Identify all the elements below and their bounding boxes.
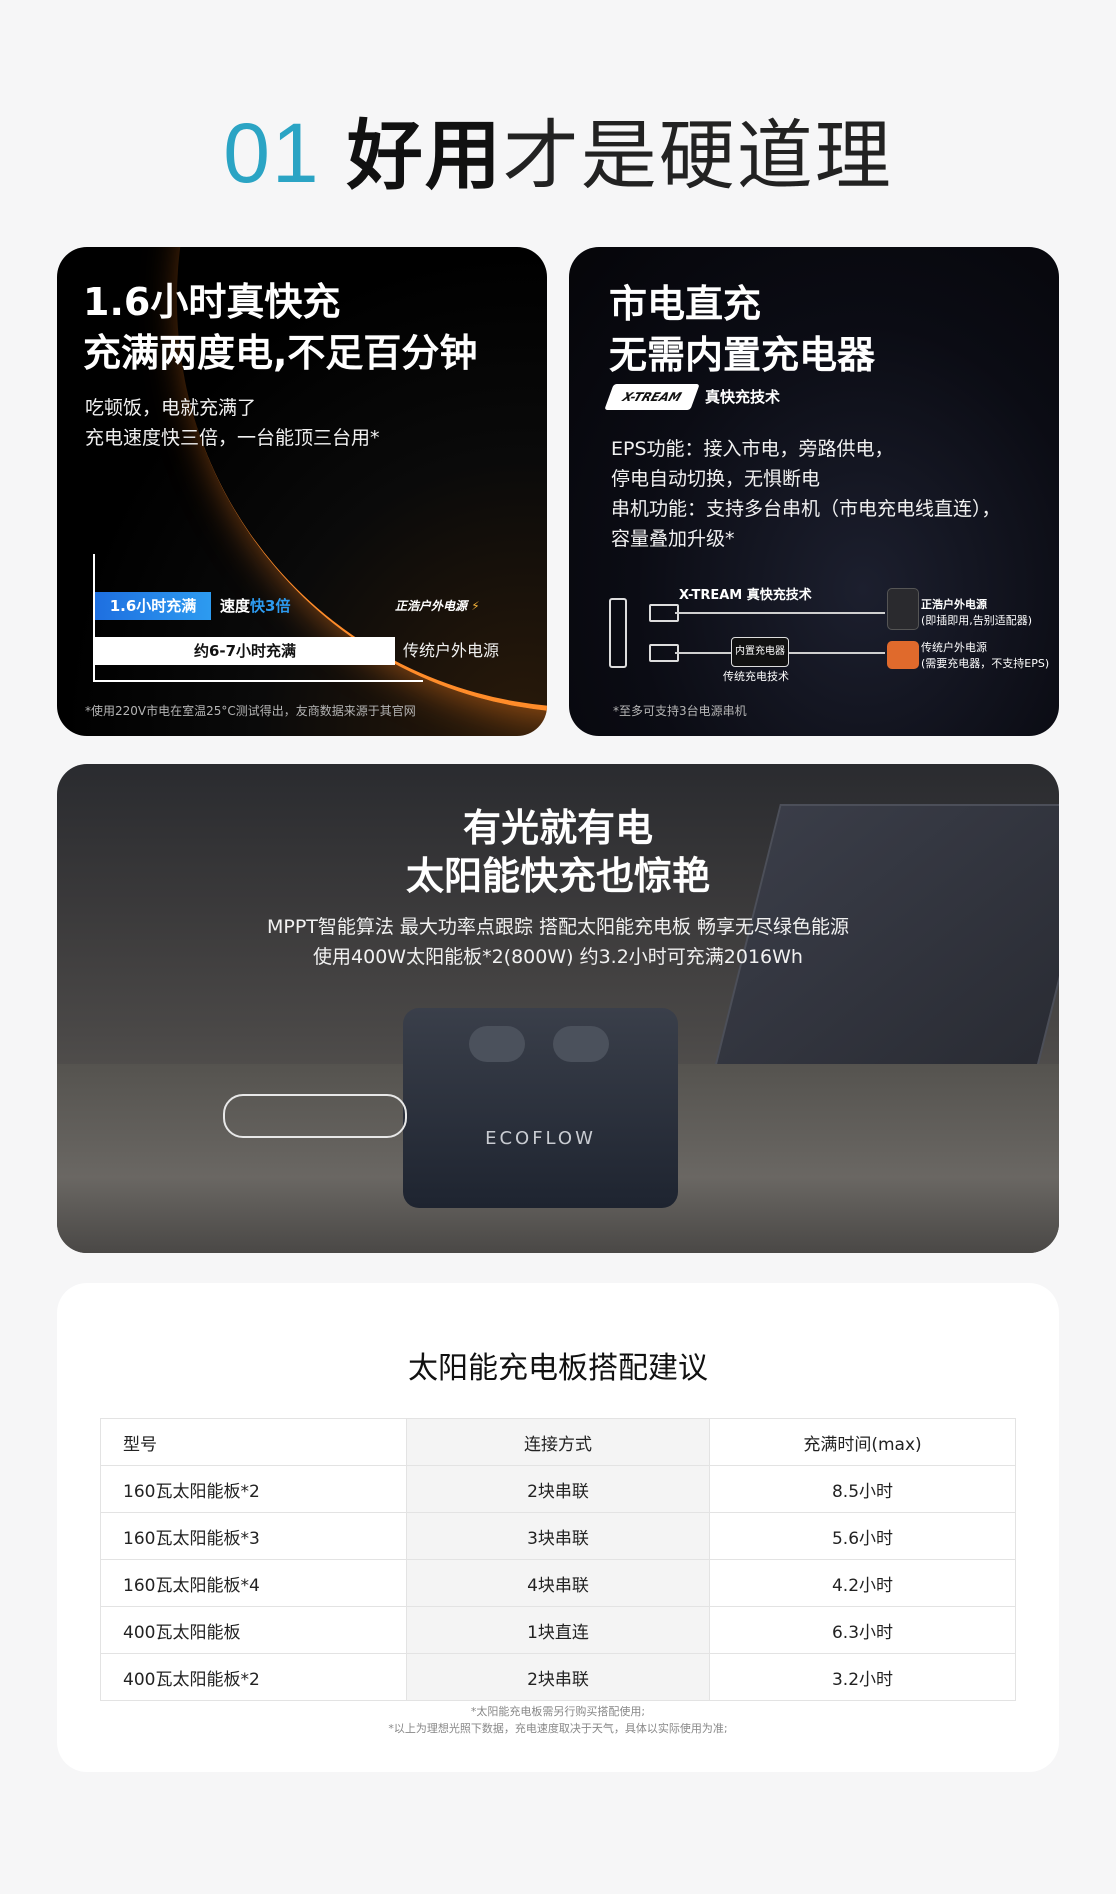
cable-top xyxy=(675,612,885,614)
header-charge-time: 充满时间(max) xyxy=(709,1418,1016,1466)
card2-body-line4: 容量叠加升级* xyxy=(611,528,735,550)
cell-charge-time: 8.5小时 xyxy=(709,1465,1016,1513)
cell-charge-time: 5.6小时 xyxy=(709,1512,1016,1560)
table-notes: *太阳能充电板需另行购买搭配使用; *以上为理想光照下数据，充电速度取决于天气，… xyxy=(57,1703,1059,1737)
solar-charge-card: ECOFLOW 有光就有电 太阳能快充也惊艳 MPPT智能算法 最大功率点跟踪 … xyxy=(57,764,1059,1253)
chart-x-axis xyxy=(93,680,423,682)
table-row: 160瓦太阳能板*3 3块串联 5.6小时 xyxy=(100,1512,1016,1560)
ecoflow-brand-label: 正浩户外电源 ⚡ xyxy=(395,594,480,618)
cell-connection: 1块直连 xyxy=(406,1606,710,1654)
right-bottom-sub: (需要充电器，不支持EPS) xyxy=(921,657,1050,670)
card2-title: 市电直充 无需内置充电器 xyxy=(609,279,875,381)
right-top-title: 正浩户外电源 xyxy=(921,598,987,611)
product-logo: ECOFLOW xyxy=(485,1128,596,1149)
card3-title-line1: 有光就有电 xyxy=(462,806,653,850)
card1-title-line1: 1.6小时真快充 xyxy=(83,280,341,324)
card1-sub-line1: 吃顿饭，电就充满了 xyxy=(85,397,257,419)
cell-connection: 2块串联 xyxy=(406,1465,710,1513)
card3-subtitle: MPPT智能算法 最大功率点跟踪 搭配太阳能充电板 畅享无尽绿色能源 使用400… xyxy=(57,912,1059,972)
cell-charge-time: 4.2小时 xyxy=(709,1559,1016,1607)
cell-charge-time: 6.3小时 xyxy=(709,1606,1016,1654)
card1-footnote: *使用220V市电在室温25°C测试得出，友商数据来源于其官网 xyxy=(85,704,416,718)
header-model: 型号 xyxy=(100,1418,407,1466)
cell-model: 400瓦太阳能板*2 xyxy=(100,1653,407,1701)
traditional-device-icon xyxy=(887,641,919,669)
vent-right xyxy=(553,1026,609,1062)
header-connection: 连接方式 xyxy=(406,1418,710,1466)
card3-sub-line1: MPPT智能算法 最大功率点跟踪 搭配太阳能充电板 畅享无尽绿色能源 xyxy=(266,916,850,938)
speed-label-text: 速度 xyxy=(220,597,251,615)
right-bottom-label: 传统户外电源 (需要充电器，不支持EPS) xyxy=(921,640,1049,672)
cell-connection: 2块串联 xyxy=(406,1653,710,1701)
card2-body: EPS功能：接入市电，旁路供电， 停电自动切换，无惧断电 串机功能：支持多台串机… xyxy=(611,434,1001,554)
right-top-label: 正浩户外电源 (即插即用,告别适配器) xyxy=(921,597,1032,629)
cable-decoration xyxy=(223,1094,407,1138)
wall-outlet-icon xyxy=(609,598,627,668)
table-row: 160瓦太阳能板*2 2块串联 8.5小时 xyxy=(100,1465,1016,1513)
table-row: 160瓦太阳能板*4 4块串联 4.2小时 xyxy=(100,1559,1016,1607)
card1-sub-line2: 充电速度快三倍，一台能顶三台用* xyxy=(85,427,380,449)
cell-connection: 3块串联 xyxy=(406,1512,710,1560)
cell-model: 400瓦太阳能板 xyxy=(100,1606,407,1654)
power-station-image: ECOFLOW xyxy=(403,1008,678,1208)
card1-subtitle: 吃顿饭，电就充满了 充电速度快三倍，一台能顶三台用* xyxy=(85,393,380,453)
table-header-row: 型号 连接方式 充满时间(max) xyxy=(100,1418,1016,1466)
solar-panel-recommendation-card: 太阳能充电板搭配建议 型号 连接方式 充满时间(max) 160瓦太阳能板*2 … xyxy=(57,1283,1059,1772)
cell-model: 160瓦太阳能板*4 xyxy=(100,1559,407,1607)
xstream-badge-text: 真快充技术 xyxy=(705,388,781,406)
cell-charge-time: 3.2小时 xyxy=(709,1653,1016,1701)
card1-title-line2: 充满两度电,不足百分钟 xyxy=(83,331,478,375)
card2-title-line2: 无需内置充电器 xyxy=(609,333,876,377)
table-title: 太阳能充电板搭配建议 xyxy=(408,1351,708,1386)
cell-model: 160瓦太阳能板*3 xyxy=(100,1512,407,1560)
cell-model: 160瓦太阳能板*2 xyxy=(100,1465,407,1513)
headline-number: 01 xyxy=(223,106,321,200)
lightning-icon: ⚡ xyxy=(471,599,480,613)
table-row: 400瓦太阳能板*2 2块串联 3.2小时 xyxy=(100,1653,1016,1701)
slow-charge-bar: 约6-7小时充满 xyxy=(95,637,395,665)
traditional-brand-label: 传统户外电源 xyxy=(403,641,500,660)
card3-title: 有光就有电 太阳能快充也惊艳 xyxy=(57,804,1059,900)
speed-label: 速度快3倍 xyxy=(220,592,290,620)
card2-title-line1: 市电直充 xyxy=(609,282,762,326)
table-note-1: *太阳能充电板需另行购买搭配使用; xyxy=(470,1705,646,1718)
diagram-top-label: X-TREAM 真快充技术 xyxy=(679,588,812,603)
diagram-bottom-label: 传统充电技术 xyxy=(723,670,789,683)
card2-body-line1: EPS功能：接入市电，旁路供电， xyxy=(611,438,894,460)
card2-body-line3: 串机功能：支持多台串机（市电充电线直连）， xyxy=(611,498,1001,520)
table-row: 400瓦太阳能板 1块直连 6.3小时 xyxy=(100,1606,1016,1654)
right-bottom-title: 传统户外电源 xyxy=(921,641,987,654)
recommendation-table: 型号 连接方式 充满时间(max) 160瓦太阳能板*2 2块串联 8.5小时 … xyxy=(100,1418,1016,1701)
xstream-badge: X-TREAM xyxy=(604,384,700,410)
card2-footnote: *至多可支持3台电源串机 xyxy=(613,704,747,718)
fast-charge-card: 1.6小时真快充 充满两度电,不足百分钟 吃顿饭，电就充满了 充电速度快三倍，一… xyxy=(57,247,547,736)
cell-connection: 4块串联 xyxy=(406,1559,710,1607)
headline-bold: 好用 xyxy=(346,111,503,200)
headline-light: 才是硬道理 xyxy=(502,111,893,200)
fast-charge-bar: 1.6小时充满 xyxy=(95,592,211,620)
speed-highlight: 快3倍 xyxy=(250,597,291,615)
internal-charger-box: 内置充电器 xyxy=(731,637,789,667)
right-top-sub: (即插即用,告别适配器) xyxy=(921,614,1033,627)
ac-direct-charge-card: 市电直充 无需内置充电器 X-TREAM 真快充技术 EPS功能：接入市电，旁路… xyxy=(569,247,1059,736)
brand-label-text: 正浩户外电源 xyxy=(395,599,468,613)
table-note-2: *以上为理想光照下数据，充电速度取决于天气，具体以实际使用为准; xyxy=(388,1722,728,1735)
card3-title-line2: 太阳能快充也惊艳 xyxy=(405,854,710,898)
card2-body-line2: 停电自动切换，无惧断电 xyxy=(611,468,821,490)
vent-left xyxy=(469,1026,525,1062)
card3-sub-line2: 使用400W太阳能板*2(800W) 约3.2小时可充满2016Wh xyxy=(313,946,803,968)
card1-title: 1.6小时真快充 充满两度电,不足百分钟 xyxy=(83,277,477,379)
ecoflow-device-icon xyxy=(887,588,919,630)
page-headline: 01 好用才是硬道理 xyxy=(0,108,1116,201)
